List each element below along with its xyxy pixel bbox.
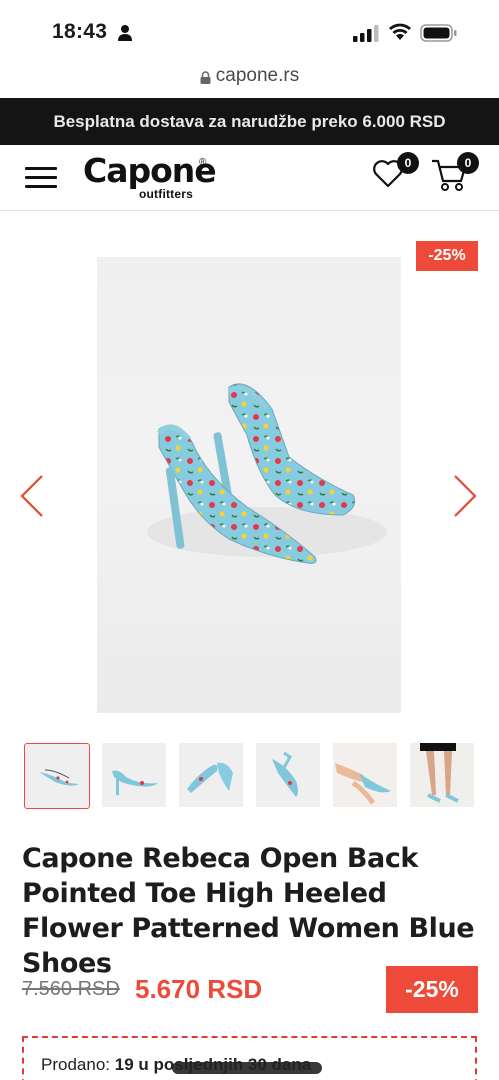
chevron-right-icon: [454, 475, 477, 517]
chevron-left-icon: [20, 475, 43, 517]
thumbnail-3[interactable]: [179, 743, 243, 807]
person-icon: [118, 25, 132, 41]
thumbnail-6[interactable]: [410, 743, 474, 807]
site-header: Capone ® outfitters: [0, 145, 499, 211]
thumbnail-5[interactable]: [333, 743, 397, 807]
discount-percentage: -25%: [386, 966, 478, 1013]
logo-main-text: Capone: [83, 151, 217, 190]
cart-count-badge: 0: [457, 152, 479, 174]
wifi-icon: [389, 23, 411, 40]
url-text: capone.rs: [215, 65, 300, 86]
redaction-scribble: [172, 1062, 322, 1074]
thumbnail-1[interactable]: [24, 743, 90, 809]
status-bar: 18:43: [0, 0, 499, 56]
previous-image-button[interactable]: [18, 474, 46, 523]
logo-sub-text: outfitters: [139, 187, 193, 201]
product-image[interactable]: [97, 257, 401, 713]
old-price: 7.560 RSD: [22, 978, 120, 1000]
address-bar[interactable]: capone.rs: [0, 58, 499, 94]
status-time: 18:43: [52, 20, 108, 43]
sold-label: Prodano:: [41, 1055, 110, 1074]
product-title: Capone Rebeca Open Back Pointed Toe High…: [22, 843, 475, 979]
thumbnail-2[interactable]: [102, 743, 166, 807]
promo-text: Besplatna dostava za narudžbe preko 6.00…: [53, 111, 446, 131]
sold-info-box: Prodano: 19 u posljednjih 30 dana: [22, 1036, 477, 1080]
hamburger-menu-icon[interactable]: [25, 167, 57, 189]
logo-registered-mark: ®: [199, 157, 207, 168]
thumbnail-strip: [24, 743, 499, 809]
wishlist-button[interactable]: 0: [372, 152, 419, 197]
wishlist-count-badge: 0: [397, 152, 419, 174]
promo-banner: Besplatna dostava za narudžbe preko 6.00…: [0, 98, 499, 145]
cart-button[interactable]: 0: [430, 152, 479, 199]
battery-icon: [420, 24, 457, 42]
lock-icon: [200, 70, 211, 84]
sale-price: 5.670 RSD: [135, 974, 263, 1004]
capone-logo[interactable]: Capone ® outfitters: [83, 151, 217, 203]
signal-icon: [353, 25, 379, 42]
shoe-illustration: [147, 383, 387, 564]
discount-badge: -25%: [416, 241, 478, 271]
thumbnail-4[interactable]: [256, 743, 320, 807]
next-image-button[interactable]: [451, 474, 479, 523]
